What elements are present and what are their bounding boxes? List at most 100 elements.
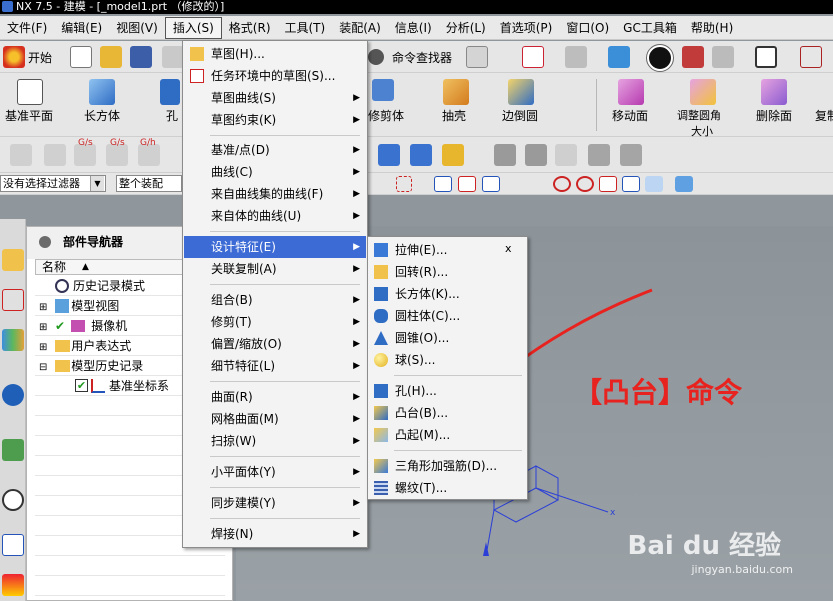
snap-intersect-icon[interactable] bbox=[530, 176, 548, 192]
menu-gc-toolbox[interactable]: GC工具箱 bbox=[616, 17, 684, 39]
menu-item-surface[interactable]: 曲面(R) ▶ bbox=[184, 386, 366, 408]
snap-midpoint-icon[interactable] bbox=[482, 176, 500, 192]
chevron-down-icon[interactable]: ▼ bbox=[90, 176, 104, 191]
menu-information[interactable]: 信息(I) bbox=[388, 17, 439, 39]
cut-icon[interactable] bbox=[162, 46, 184, 68]
history-icon[interactable] bbox=[2, 489, 24, 511]
hide-icon[interactable] bbox=[712, 46, 734, 68]
menu-item-sketch[interactable]: 草图(H)... bbox=[184, 43, 366, 65]
menu-format[interactable]: 格式(R) bbox=[222, 17, 278, 39]
submenu-item-extrude[interactable]: 拉伸(E)... bbox=[369, 239, 526, 261]
shell-label[interactable]: 抽壳 bbox=[442, 107, 466, 124]
arrow-tool-icon[interactable] bbox=[800, 46, 822, 68]
menu-item-sketch-constraint[interactable]: 草图约束(K) ▶ bbox=[184, 109, 366, 131]
snap-control-icon[interactable] bbox=[506, 176, 524, 192]
section-view-icon[interactable] bbox=[682, 46, 704, 68]
info-tool-icon[interactable] bbox=[466, 46, 488, 68]
start-button-label[interactable]: 开始 bbox=[28, 49, 52, 66]
hole-label[interactable]: 孔 bbox=[166, 107, 178, 124]
resize-blend-icon[interactable] bbox=[690, 79, 716, 105]
assembly-scope-dropdown[interactable]: 整个装配 bbox=[116, 175, 182, 192]
sync-offset-icon[interactable] bbox=[442, 144, 464, 166]
menu-item-trim[interactable]: 修剪(T) ▶ bbox=[184, 311, 366, 333]
menu-file[interactable]: 文件(F) bbox=[0, 17, 54, 39]
menu-item-detail-feature[interactable]: 细节特征(L) ▶ bbox=[184, 355, 366, 377]
delete-face-label[interactable]: 删除面 bbox=[756, 107, 792, 124]
submenu-item-emboss[interactable]: 凸起(M)... bbox=[369, 424, 526, 446]
edge-blend-icon[interactable] bbox=[508, 79, 534, 105]
menu-item-associative-copy[interactable]: 关联复制(A) ▶ bbox=[184, 258, 366, 280]
sync-move-icon[interactable] bbox=[378, 144, 400, 166]
expand-icon[interactable]: ⊞ bbox=[39, 322, 47, 333]
delete-face-icon[interactable] bbox=[761, 79, 787, 105]
surface-tool-1-icon[interactable] bbox=[10, 144, 32, 166]
triangle-icon[interactable] bbox=[555, 144, 577, 166]
submenu-item-revolve[interactable]: 回转(R)... bbox=[369, 261, 526, 283]
datum-plane-icon[interactable] bbox=[17, 79, 43, 105]
expand-icon[interactable]: ⊞ bbox=[39, 342, 47, 353]
block-label[interactable]: 长方体 bbox=[84, 107, 120, 124]
snap-point-icon[interactable] bbox=[599, 176, 617, 192]
resize-blend-label[interactable]: 调整圆角 大小 bbox=[677, 107, 721, 139]
menu-item-curve[interactable]: 曲线(C) ▶ bbox=[184, 161, 366, 183]
roles-icon[interactable] bbox=[2, 574, 24, 596]
hole-icon[interactable] bbox=[160, 79, 180, 105]
part-navigator-icon[interactable] bbox=[2, 329, 24, 351]
edge-blend-label[interactable]: 边倒圆 bbox=[502, 107, 538, 124]
sync-pull-icon[interactable] bbox=[410, 144, 432, 166]
menu-item-mesh-surface[interactable]: 网格曲面(M) ▶ bbox=[184, 408, 366, 430]
rect-select-icon[interactable] bbox=[396, 176, 412, 192]
menu-item-combine[interactable]: 组合(B) ▶ bbox=[184, 289, 366, 311]
background-icon[interactable] bbox=[755, 46, 777, 68]
submenu-item-cone[interactable]: 圆锥(O)... bbox=[369, 327, 526, 349]
snap-body-icon[interactable] bbox=[675, 176, 693, 192]
menu-item-datum-point[interactable]: 基准/点(D) ▶ bbox=[184, 139, 366, 161]
menu-item-facet-body[interactable]: 小平面体(Y) ▶ bbox=[184, 461, 366, 483]
trim-body-icon[interactable] bbox=[372, 79, 394, 101]
palette-icon[interactable] bbox=[2, 534, 24, 556]
constraint-navigator-icon[interactable] bbox=[2, 289, 24, 311]
menu-item-derived-curve[interactable]: 来自曲线集的曲线(F) ▶ bbox=[184, 183, 366, 205]
submenu-item-triangular-rib[interactable]: 三角形加强筋(D)... bbox=[369, 455, 526, 477]
mesh-tool-2-icon[interactable] bbox=[525, 144, 547, 166]
snap-on-curve-icon[interactable] bbox=[622, 176, 640, 192]
menu-tools[interactable]: 工具(T) bbox=[278, 17, 333, 39]
render-style-icon[interactable] bbox=[646, 44, 674, 72]
snap-line-icon[interactable] bbox=[458, 176, 476, 192]
menu-insert[interactable]: 插入(S) bbox=[164, 16, 222, 39]
snap-view-icon[interactable] bbox=[565, 46, 587, 68]
open-folder-icon[interactable] bbox=[100, 46, 122, 68]
datum-plane-label[interactable]: 基准平面 bbox=[5, 107, 53, 124]
submenu-item-hole[interactable]: 孔(H)... bbox=[369, 380, 526, 402]
menu-item-curve-from-body[interactable]: 来自体的曲线(U) ▶ bbox=[184, 205, 366, 227]
snap-center-icon[interactable] bbox=[553, 176, 571, 192]
command-finder-icon[interactable] bbox=[368, 49, 384, 65]
menu-assembly[interactable]: 装配(A) bbox=[332, 17, 388, 39]
new-file-icon[interactable] bbox=[70, 46, 92, 68]
menu-item-sketch-curve[interactable]: 草图曲线(S) ▶ bbox=[184, 87, 366, 109]
checkbox-icon[interactable]: ✔ bbox=[75, 379, 88, 392]
submenu-item-block[interactable]: 长方体(K)... bbox=[369, 283, 526, 305]
assembly-navigator-icon[interactable] bbox=[2, 249, 24, 271]
save-icon[interactable] bbox=[130, 46, 152, 68]
shaded-cube-icon[interactable] bbox=[608, 46, 630, 68]
snap-quadrant-icon[interactable] bbox=[576, 176, 594, 192]
snap-face-icon[interactable] bbox=[645, 176, 663, 192]
mesh-tool-1-icon[interactable] bbox=[494, 144, 516, 166]
expand-icon[interactable]: ⊞ bbox=[39, 302, 47, 313]
mesh-tool-4-icon[interactable] bbox=[620, 144, 642, 166]
menu-analysis[interactable]: 分析(L) bbox=[439, 17, 493, 39]
information-icon[interactable] bbox=[2, 384, 24, 406]
trim-body-label[interactable]: 修剪体 bbox=[368, 107, 404, 124]
menu-window[interactable]: 窗口(O) bbox=[559, 17, 616, 39]
submenu-item-thread[interactable]: 螺纹(T)... bbox=[369, 477, 526, 499]
fit-view-icon[interactable] bbox=[522, 46, 544, 68]
menu-item-weld[interactable]: 焊接(N) ▶ bbox=[184, 523, 366, 545]
shell-icon[interactable] bbox=[443, 79, 469, 105]
collapse-icon[interactable]: ⊟ bbox=[39, 362, 47, 373]
menu-item-task-sketch[interactable]: 任务环境中的草图(S)... bbox=[184, 65, 366, 87]
menu-item-sweep[interactable]: 扫掠(W) ▶ bbox=[184, 430, 366, 452]
submenu-item-boss[interactable]: 凸台(B)... bbox=[369, 402, 526, 424]
submenu-item-cylinder[interactable]: 圆柱体(C)... bbox=[369, 305, 526, 327]
web-browser-icon[interactable] bbox=[2, 439, 24, 461]
